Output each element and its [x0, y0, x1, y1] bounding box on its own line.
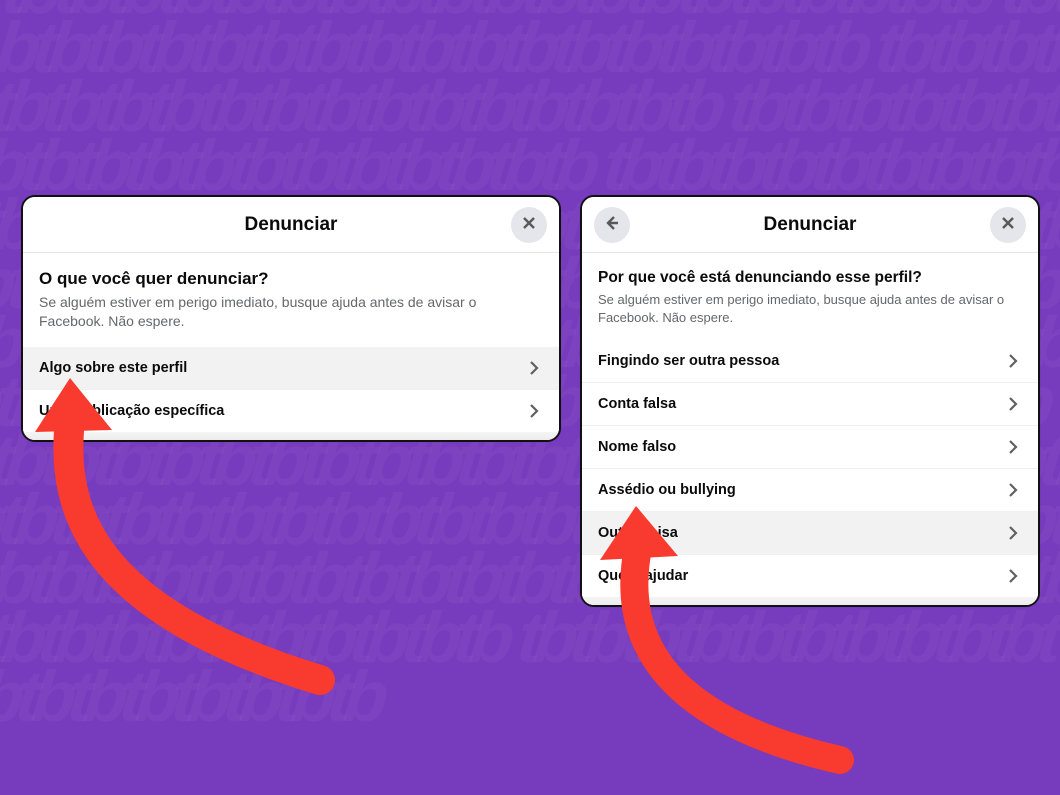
options-list: Fingindo ser outra pessoa Conta falsa No… — [582, 340, 1038, 597]
close-icon — [1000, 215, 1016, 236]
chevron-right-icon — [525, 402, 543, 420]
chevron-right-icon — [1004, 395, 1022, 413]
option-outra-coisa[interactable]: Outra coisa — [582, 511, 1038, 554]
option-label: Quero ajudar — [598, 568, 688, 584]
option-conta-falsa[interactable]: Conta falsa — [582, 382, 1038, 425]
question-heading: O que você quer denunciar? — [39, 269, 543, 289]
arrow-left-icon — [604, 215, 620, 236]
report-dialog-right: Denunciar Por que você está denunciando … — [580, 195, 1040, 607]
option-label: Outra coisa — [598, 525, 678, 541]
option-label: Fingindo ser outra pessoa — [598, 353, 779, 369]
chevron-right-icon — [1004, 524, 1022, 542]
options-list: Algo sobre este perfil Uma publicação es… — [23, 347, 559, 432]
chevron-right-icon — [1004, 481, 1022, 499]
option-label: Nome falso — [598, 439, 676, 455]
dialog-header: Denunciar — [582, 197, 1038, 253]
option-label: Uma publicação específica — [39, 403, 224, 419]
report-dialog-left: Denunciar O que você quer denunciar? Se … — [21, 195, 561, 442]
chevron-right-icon — [525, 359, 543, 377]
back-button[interactable] — [594, 207, 630, 243]
option-quero-ajudar[interactable]: Quero ajudar — [582, 554, 1038, 597]
close-button[interactable] — [511, 207, 547, 243]
option-fingindo[interactable]: Fingindo ser outra pessoa — [582, 340, 1038, 382]
chevron-right-icon — [1004, 352, 1022, 370]
chevron-right-icon — [1004, 438, 1022, 456]
dialog-title: Denunciar — [764, 214, 857, 236]
option-nome-falso[interactable]: Nome falso — [582, 425, 1038, 468]
option-assedio[interactable]: Assédio ou bullying — [582, 468, 1038, 511]
option-publicacao-especifica[interactable]: Uma publicação específica — [23, 389, 559, 432]
option-label: Conta falsa — [598, 396, 676, 412]
question-subtext: Se alguém estiver em perigo imediato, bu… — [598, 291, 1022, 326]
option-label: Assédio ou bullying — [598, 482, 736, 498]
chevron-right-icon — [1004, 567, 1022, 585]
dialog-header: Denunciar — [23, 197, 559, 253]
question-heading: Por que você está denunciando esse perfi… — [598, 269, 1022, 287]
question-subtext: Se alguém estiver em perigo imediato, bu… — [39, 293, 543, 331]
close-button[interactable] — [990, 207, 1026, 243]
dialog-title: Denunciar — [245, 214, 338, 236]
option-algo-sobre-perfil[interactable]: Algo sobre este perfil — [23, 347, 559, 389]
close-icon — [521, 215, 537, 236]
option-label: Algo sobre este perfil — [39, 360, 187, 376]
